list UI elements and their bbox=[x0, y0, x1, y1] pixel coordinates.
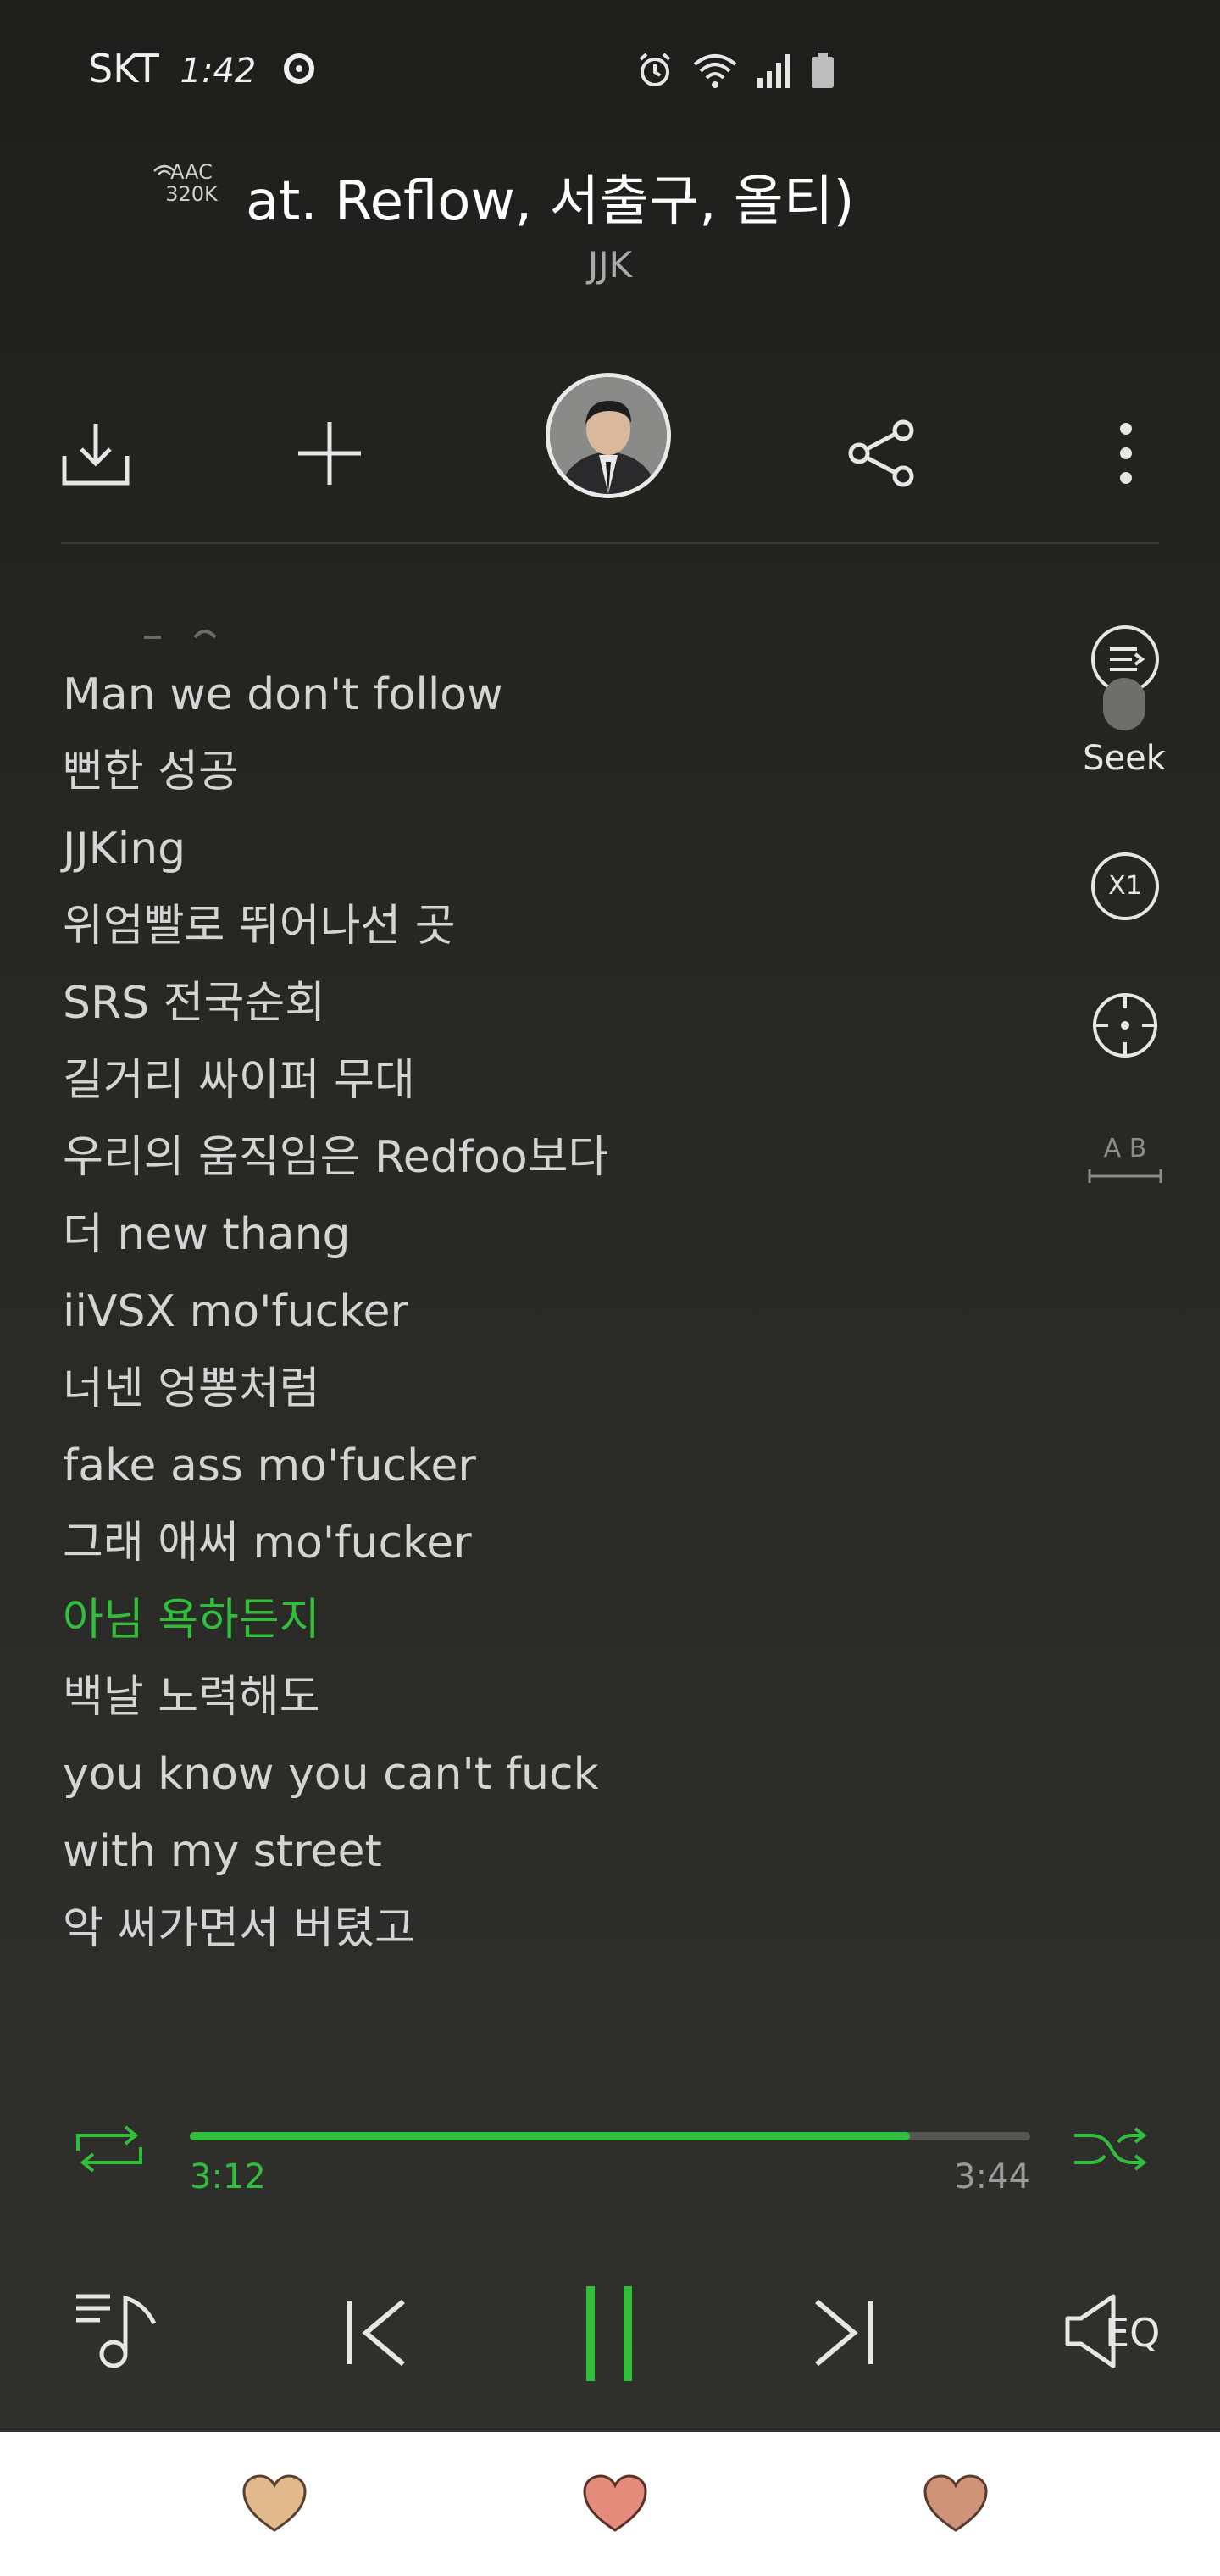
playback-speed-button[interactable]: X1 bbox=[1090, 851, 1161, 922]
lyric-line[interactable]: Man we don't follow bbox=[63, 661, 995, 738]
quality-badge: AAC 320K bbox=[149, 161, 234, 205]
lyric-line[interactable]: 악 써가면서 버텼고 bbox=[63, 1895, 995, 1972]
ab-label: A B bbox=[1103, 1134, 1147, 1163]
playlist-icon[interactable] bbox=[73, 2290, 166, 2371]
next-track-icon[interactable] bbox=[810, 2296, 878, 2369]
previous-track-icon[interactable] bbox=[342, 2296, 410, 2369]
lyric-line[interactable]: SRS 전국순회 bbox=[63, 969, 995, 1046]
pause-icon[interactable] bbox=[583, 2285, 637, 2383]
media-indicator-icon bbox=[283, 53, 314, 84]
heart-icon[interactable] bbox=[583, 2474, 647, 2534]
lyrics-panel[interactable]: Man we don't follow 뻔한 성공 JJKing 위엄빨로 뛰어나선 … bbox=[63, 661, 995, 1972]
lyric-line[interactable]: iiVSX mo'fucker bbox=[63, 1278, 995, 1355]
lyric-line[interactable]: 우리의 움직임은 Redfoo보다 bbox=[63, 1124, 995, 1201]
ab-range-icon bbox=[1088, 1169, 1162, 1183]
carrier-name: SKT bbox=[88, 46, 159, 92]
alarm-icon bbox=[639, 53, 671, 86]
lyric-line[interactable]: 너넨 엉뽕처럼 bbox=[63, 1355, 995, 1432]
lyric-line[interactable]: you know you can't fuck bbox=[63, 1740, 995, 1818]
heart-icon[interactable] bbox=[923, 2474, 988, 2534]
signal-icon bbox=[757, 54, 790, 88]
lyric-line[interactable]: 백날 노력해도 bbox=[63, 1663, 995, 1740]
lyric-line[interactable]: with my street bbox=[63, 1818, 995, 1895]
header-divider bbox=[61, 542, 1159, 544]
lyric-line[interactable]: 그래 애써 mo'fucker bbox=[63, 1509, 995, 1586]
lyric-line[interactable]: 길거리 싸이퍼 무대 bbox=[63, 1046, 995, 1124]
battery-icon bbox=[812, 53, 834, 88]
ab-repeat-button[interactable]: A B bbox=[1086, 1132, 1164, 1203]
song-title[interactable]: at. Reflow, 서출구, 올티) bbox=[246, 158, 855, 236]
crosshair-icon[interactable] bbox=[1090, 990, 1161, 1061]
plus-icon[interactable] bbox=[291, 415, 368, 491]
current-time: 3:12 bbox=[190, 2157, 266, 2196]
lyric-line[interactable]: JJKing bbox=[63, 815, 995, 892]
repeat-icon[interactable] bbox=[71, 2125, 147, 2173]
shuffle-icon[interactable] bbox=[1071, 2125, 1149, 2173]
heart-icon[interactable] bbox=[242, 2474, 307, 2534]
artist-name[interactable]: JJK bbox=[0, 244, 1220, 286]
action-row bbox=[0, 373, 1220, 517]
status-bar: SKT 1:42 bbox=[0, 0, 1220, 144]
more-vertical-icon[interactable] bbox=[1088, 415, 1164, 491]
carrier-extra: 1:42 bbox=[180, 52, 257, 91]
previous-lyric-fragment bbox=[144, 630, 217, 639]
quality-bitrate: 320K bbox=[165, 182, 218, 206]
seek-label: Seek bbox=[1083, 739, 1166, 778]
progress-bar[interactable] bbox=[190, 2132, 1030, 2140]
lyric-line[interactable]: 더 new thang bbox=[63, 1201, 995, 1278]
eq-button[interactable]: EQ bbox=[1064, 2293, 1166, 2369]
artist-avatar[interactable] bbox=[546, 373, 671, 498]
lyric-line-active[interactable]: 아님 욕하든지 bbox=[63, 1586, 995, 1663]
progress-fill bbox=[190, 2132, 911, 2140]
share-icon[interactable] bbox=[844, 415, 920, 491]
status-icons bbox=[635, 49, 835, 92]
eq-label: EQ bbox=[1105, 2310, 1161, 2356]
download-icon[interactable] bbox=[58, 415, 134, 491]
lyric-line[interactable]: fake ass mo'fucker bbox=[63, 1432, 995, 1509]
total-time: 3:44 bbox=[954, 2157, 1030, 2196]
lyric-line[interactable]: 위엄빨로 뛰어나선 곳 bbox=[63, 892, 995, 969]
lyric-line[interactable]: 뻔한 성공 bbox=[63, 738, 995, 815]
wifi-icon bbox=[693, 54, 737, 88]
speed-label: X1 bbox=[1108, 871, 1142, 901]
carrier: SKT 1:42 bbox=[88, 46, 314, 92]
streaming-quality-icon bbox=[153, 164, 175, 175]
player-screen: SKT 1:42 AAC 320K at. Reflow, 서출구, 올티) J… bbox=[0, 0, 1220, 2432]
seek-toggle[interactable] bbox=[1103, 678, 1145, 730]
